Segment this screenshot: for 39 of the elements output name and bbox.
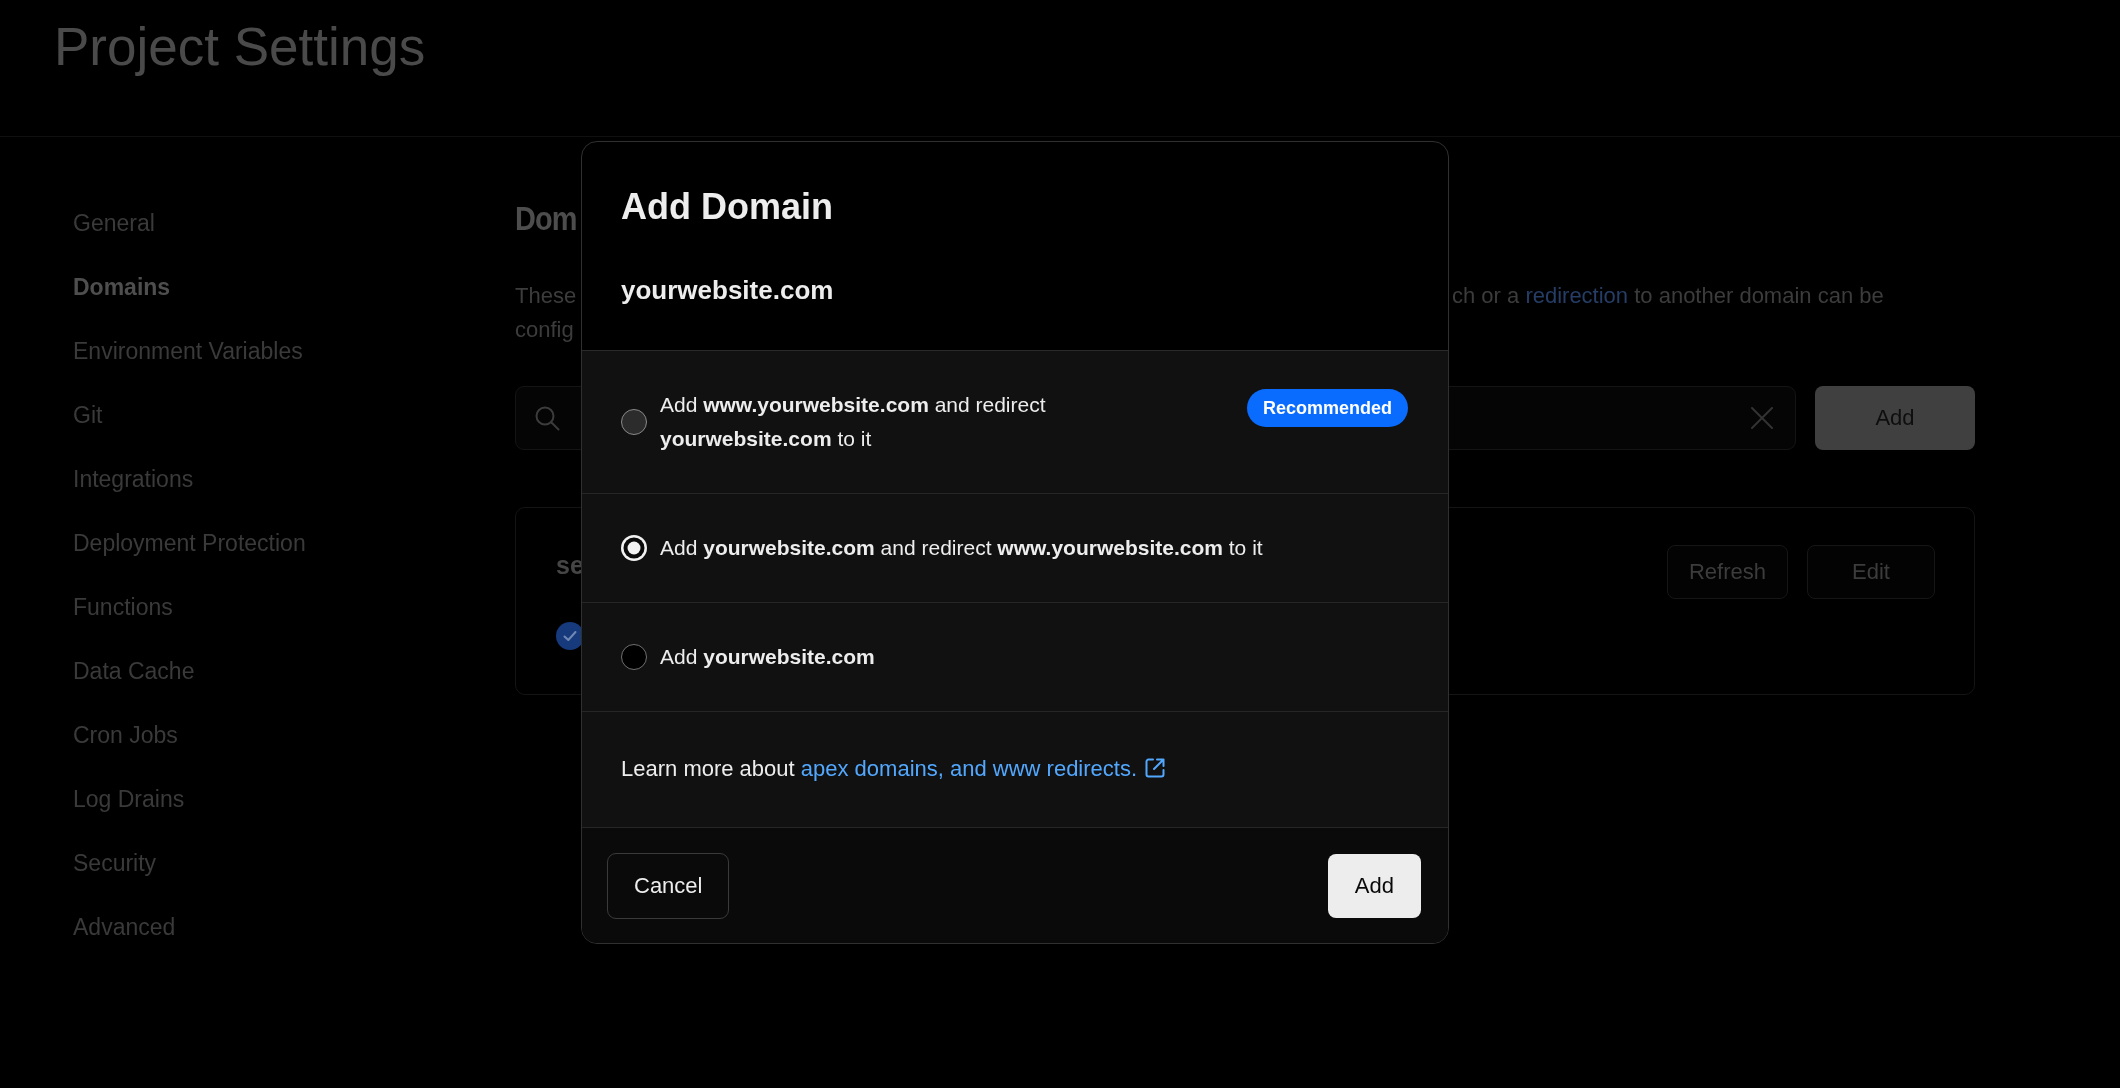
- sidebar-item[interactable]: Deployment Protection: [73, 530, 306, 556]
- sidebar-item[interactable]: Advanced: [73, 914, 176, 940]
- description-text: ch or a redirection to another domain can be: [1452, 282, 1884, 310]
- description-text: config: [515, 316, 574, 344]
- domain-option[interactable]: Add www.yourwebsite.com and redirect yourwebsite.com to it Recommended: [582, 351, 1448, 494]
- sidebar-item[interactable]: Domains: [73, 274, 171, 300]
- sidebar-item[interactable]: Functions: [73, 594, 173, 620]
- card-action-button[interactable]: Edit: [1807, 545, 1935, 599]
- sidebar-item[interactable]: Environment Variables: [73, 338, 303, 364]
- search-icon: [534, 405, 560, 431]
- recommended-badge: Recommended: [1246, 389, 1408, 427]
- sidebar-item[interactable]: Security: [73, 850, 157, 876]
- sidebar-item[interactable]: General: [73, 210, 155, 236]
- dialog-title: Add Domain: [621, 185, 833, 229]
- add-button[interactable]: Add: [1327, 853, 1421, 918]
- section-heading: Dom: [515, 198, 577, 239]
- learn-more-text: Learn more about apex domains, and www redirects.: [621, 752, 1168, 786]
- sidebar-item[interactable]: Log Drains: [73, 786, 185, 812]
- radio-button[interactable]: [621, 535, 647, 561]
- option-label: Add yourwebsite.com and redirect www.yourwebsite.com to it: [660, 535, 1263, 561]
- sidebar-item[interactable]: Data Cache: [73, 658, 195, 684]
- radio-button[interactable]: [621, 644, 647, 670]
- radio-button[interactable]: [621, 409, 647, 435]
- domain-option[interactable]: Add yourwebsite.com and redirect www.yourwebsite.com to it: [582, 494, 1448, 603]
- sidebar-item[interactable]: Integrations: [73, 466, 194, 492]
- card-action-button[interactable]: Refresh: [1667, 545, 1788, 599]
- check-icon: [556, 622, 584, 650]
- cancel-button[interactable]: Cancel: [607, 852, 730, 919]
- domain-option[interactable]: Add yourwebsite.com: [582, 603, 1448, 712]
- page-title: Project Settings: [54, 16, 426, 78]
- sidebar-item[interactable]: Git: [73, 402, 103, 428]
- option-label: Add www.yourwebsite.com and redirect yourwebsite.com to it: [660, 392, 1047, 452]
- description-text: These: [515, 282, 577, 310]
- sidebar-item[interactable]: Cron Jobs: [73, 722, 178, 748]
- external-link-icon: [1143, 756, 1168, 780]
- option-label: Add yourwebsite.com: [660, 644, 875, 670]
- docs-link[interactable]: apex domains, and www redirects.: [800, 756, 1168, 781]
- domain-name-text: yourwebsite.com: [621, 275, 834, 305]
- redirection-link[interactable]: redirection: [1525, 283, 1629, 308]
